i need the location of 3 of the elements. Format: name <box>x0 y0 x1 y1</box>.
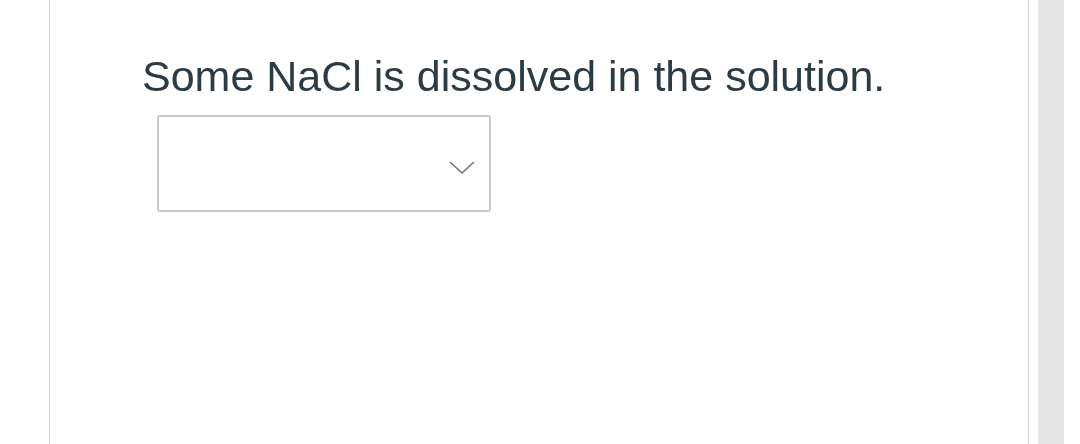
question-text: Some NaCl is dissolved in the solution. <box>142 51 887 102</box>
answer-dropdown[interactable] <box>157 115 491 212</box>
chevron-down-icon <box>449 160 475 175</box>
